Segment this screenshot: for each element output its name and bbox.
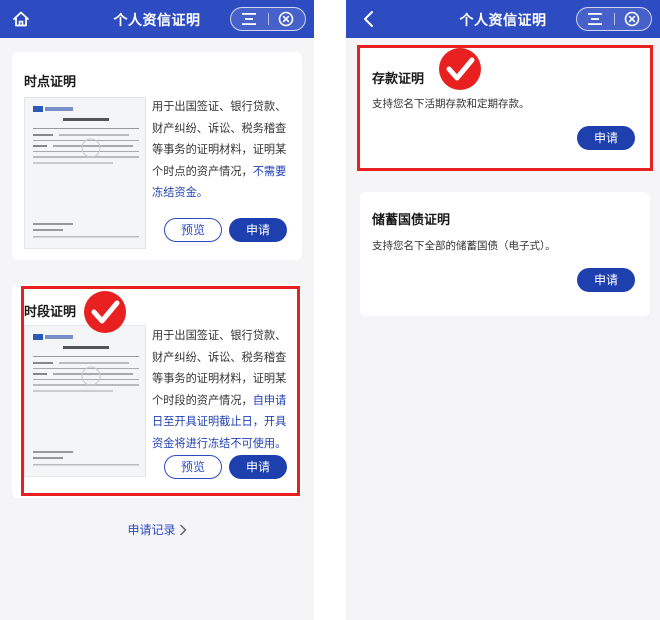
- menu-icon[interactable]: [241, 12, 257, 26]
- annotation-highlight-frame: [357, 45, 653, 171]
- capsule-divider: [268, 13, 269, 25]
- top-nav-bar: 个人资信证明: [346, 0, 660, 38]
- red-check-icon: [84, 291, 126, 333]
- right-screen: 个人资信证明 存款证明 支持您名下活期存款和定期存款。 申请 储蓄国债证明 支持…: [346, 0, 660, 620]
- left-screen: 个人资信证明 时点证明 用于出国签证、银行贷款、财产纠纷、诉讼、税务稽查等事务的…: [0, 0, 314, 620]
- card-title: 储蓄国债证明: [372, 213, 451, 228]
- card-title: 时点证明: [24, 75, 77, 90]
- savings-bond-certificate-card: 储蓄国债证明 支持您名下全部的储蓄国债（电子式）。 申请: [360, 192, 650, 316]
- card-description: 支持您名下全部的储蓄国债（电子式）。: [372, 240, 556, 252]
- chevron-right-icon: [179, 524, 187, 536]
- application-records-link[interactable]: 申请记录: [0, 521, 314, 538]
- preview-button[interactable]: 预览: [164, 218, 222, 242]
- miniapp-capsule: [230, 7, 306, 31]
- screen-gap: [314, 0, 346, 620]
- close-circle-icon[interactable]: [278, 11, 294, 27]
- menu-icon[interactable]: [587, 12, 603, 26]
- apply-button[interactable]: 申请: [229, 218, 287, 242]
- capsule-divider: [614, 13, 615, 25]
- point-certificate-card: 时点证明 用于出国签证、银行贷款、财产纠纷、诉讼、税务稽查等事务的证明材料，证明…: [12, 52, 302, 260]
- certificate-sample-image: [24, 97, 146, 249]
- red-check-icon: [439, 48, 481, 90]
- apply-button[interactable]: 申请: [577, 268, 635, 292]
- records-label: 申请记录: [127, 523, 176, 537]
- close-circle-icon[interactable]: [624, 11, 640, 27]
- annotation-highlight-frame: [21, 286, 300, 496]
- miniapp-capsule: [576, 7, 652, 31]
- point-certificate-description: 用于出国签证、银行贷款、财产纠纷、诉讼、税务稽查等事务的证明材料，证明某个时点的…: [152, 96, 292, 204]
- top-nav-bar: 个人资信证明: [0, 0, 314, 38]
